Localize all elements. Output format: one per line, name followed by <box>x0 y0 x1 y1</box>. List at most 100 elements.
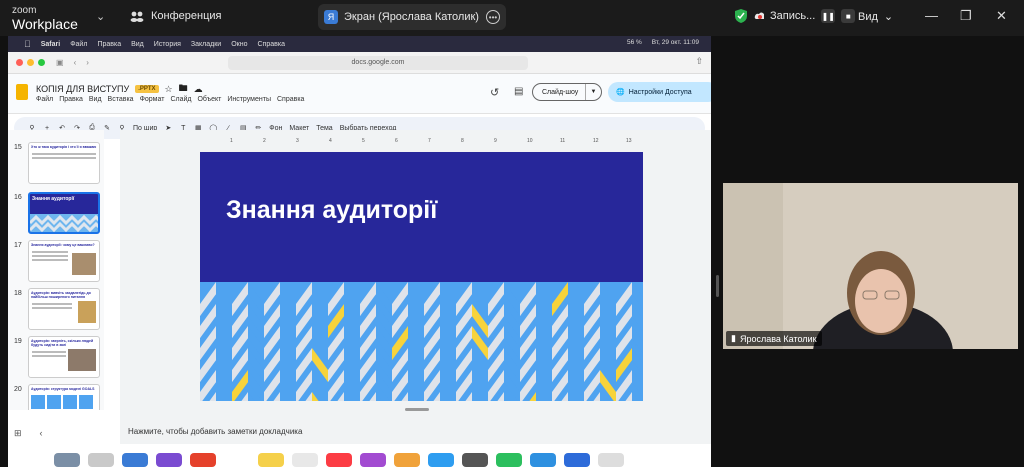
dock-app-icon[interactable] <box>462 453 488 467</box>
dock-app-icon[interactable] <box>190 453 216 467</box>
menu-window[interactable]: Окно <box>231 41 247 48</box>
slide-number: 16 <box>14 194 22 201</box>
slide-thumbnail[interactable]: Хто ж така аудиторія і хто її я вважаю <box>28 142 100 184</box>
dock-app-icon[interactable] <box>292 453 318 467</box>
thumb-title: Аудиторія: зверніть, скільки людей будут… <box>31 339 94 347</box>
collapse-icon[interactable]: ‹ <box>40 428 43 439</box>
pause-recording-button[interactable]: ❚❚ <box>821 9 836 23</box>
docs-menu-format[interactable]: Формат <box>140 96 165 103</box>
notes-resize-handle[interactable] <box>405 408 429 411</box>
slide-number: 15 <box>14 144 22 151</box>
dock-app-icon[interactable] <box>122 453 148 467</box>
current-slide[interactable]: Знання аудиторії <box>200 152 643 401</box>
slide-thumbnail[interactable]: Аудиторія: вивчіть заздалегідь до найбіл… <box>28 288 100 330</box>
dock-app-icon[interactable] <box>156 453 182 467</box>
participant-video[interactable]: ▮ Ярослава Католик <box>723 183 1018 349</box>
video-feed <box>723 183 1018 349</box>
back-icon[interactable]: ‹ <box>74 58 77 67</box>
slide-number: 20 <box>14 386 22 393</box>
paint-format-icon[interactable]: ✎ <box>103 124 111 132</box>
screen-share-indicator[interactable]: Я Экран (Ярослава Католик) ••• <box>318 4 506 30</box>
dock-app-icon[interactable] <box>428 453 454 467</box>
chevron-down-icon[interactable]: ⌄ <box>96 10 105 23</box>
docs-menu-view[interactable]: Вид <box>89 96 102 103</box>
dock-app-icon[interactable] <box>496 453 522 467</box>
thumb-image <box>72 253 96 275</box>
docs-menu-edit[interactable]: Правка <box>59 96 83 103</box>
dock-app-icon[interactable] <box>258 453 284 467</box>
url-bar[interactable]: docs.google.com <box>228 56 528 70</box>
zoom-window-icon[interactable] <box>38 59 45 66</box>
docs-menu-slide[interactable]: Слайд <box>170 96 191 103</box>
share-icon[interactable]: ⇧ <box>695 56 703 67</box>
comment-icon[interactable]: ▤ <box>514 86 523 97</box>
clock: Вт, 29 окт. 11:09 <box>651 39 699 46</box>
close-window-icon[interactable] <box>16 59 23 66</box>
sidebar-icon[interactable]: ▣ <box>56 58 64 67</box>
slide-number: 18 <box>14 290 22 297</box>
safari-toolbar: ▣ ‹ › docs.google.com ⇧ <box>8 52 711 74</box>
menu-history[interactable]: История <box>154 41 181 48</box>
ruler-label: 3 <box>296 138 299 144</box>
participants-icon <box>130 11 144 22</box>
view-button[interactable]: Вид ⌄ <box>858 10 893 24</box>
filmstrip: 15 Хто ж така аудиторія і хто її я вважа… <box>8 130 104 410</box>
dock-app-icon[interactable] <box>564 453 590 467</box>
restore-icon[interactable]: ❐ <box>960 8 972 24</box>
speaker-notes-field[interactable]: Нажмите, чтобы добавить заметки докладчи… <box>120 420 711 444</box>
dock-app-icon[interactable] <box>530 453 556 467</box>
slide-thumbnail[interactable]: Знання аудиторії: чому це важливо? <box>28 240 100 282</box>
more-options-icon[interactable]: ••• <box>486 10 500 24</box>
close-icon[interactable]: ✕ <box>996 8 1007 24</box>
dock-app-icon[interactable] <box>54 453 80 467</box>
dock-app-icon[interactable] <box>88 453 114 467</box>
menu-app[interactable]: Safari <box>41 41 60 48</box>
minimize-icon[interactable]: — <box>925 8 938 23</box>
slide-thumbnail[interactable]: Аудиторія: зверніть, скільки людей будут… <box>28 336 100 378</box>
dock-app-icon[interactable] <box>360 453 386 467</box>
docs-menu-insert[interactable]: Вставка <box>108 96 134 103</box>
thumb-title: Хто ж така аудиторія і хто її я вважаю <box>31 145 97 149</box>
slide-thumbnail-selected[interactable]: Знання аудиторії <box>28 192 100 234</box>
stop-recording-button[interactable]: ■ <box>841 9 856 23</box>
docs-header: КОПІЯ ДЛЯ ВИСТУПУ .PPTX ☆ 🖿 ☁ Файл Правк… <box>8 74 711 114</box>
share-button[interactable]: 🌐 Настройки Доступа <box>608 82 711 102</box>
apple-icon[interactable]:  <box>24 39 31 49</box>
thumb-title: Знання аудиторії <box>32 196 75 202</box>
signal-icon: ▮ <box>731 333 736 343</box>
chevron-down-icon[interactable]: ▼ <box>585 84 601 100</box>
meeting-label: Конференция <box>151 10 222 22</box>
panel-splitter[interactable] <box>716 275 719 297</box>
dock-app-icon[interactable] <box>224 453 250 467</box>
menu-bookmarks[interactable]: Закладки <box>191 41 221 48</box>
minimize-window-icon[interactable] <box>27 59 34 66</box>
slide-number: 17 <box>14 242 22 249</box>
thumb-line <box>32 351 66 353</box>
docs-menu-tools[interactable]: Инструменты <box>227 96 271 103</box>
history-icon[interactable]: ↺ <box>490 86 499 99</box>
menu-help[interactable]: Справка <box>258 41 285 48</box>
slideshow-label: Слайд-шоу <box>542 88 579 96</box>
slides-logo-icon[interactable] <box>16 84 28 100</box>
slide-title[interactable]: Знання аудиторії <box>226 196 437 225</box>
meeting-info-button[interactable]: Конференция <box>130 10 221 22</box>
folder-icon[interactable]: 🖿 <box>179 81 188 97</box>
menu-file[interactable]: Файл <box>70 41 87 48</box>
dock-app-icon[interactable] <box>394 453 420 467</box>
docs-menu-object[interactable]: Объект <box>197 96 221 103</box>
slideshow-button[interactable]: Слайд-шоу ▼ <box>532 83 602 101</box>
dock-app-icon[interactable] <box>598 453 624 467</box>
star-icon[interactable]: ☆ <box>165 84 173 95</box>
doc-title[interactable]: КОПІЯ ДЛЯ ВИСТУПУ <box>36 84 129 94</box>
thumb-line <box>32 307 72 309</box>
docs-menu-file[interactable]: Файл <box>36 96 53 103</box>
menu-view[interactable]: Вид <box>131 41 144 48</box>
grid-view-icon[interactable]: ⊞ <box>14 428 22 439</box>
slide-thumbnail[interactable]: Аудиторія: структура моделі GOALS <box>28 384 100 410</box>
cloud-icon[interactable]: ☁ <box>194 84 203 95</box>
docs-menu-help[interactable]: Справка <box>277 96 304 103</box>
menu-edit[interactable]: Правка <box>97 41 121 48</box>
forward-icon[interactable]: › <box>86 58 89 67</box>
dock-app-icon[interactable] <box>326 453 352 467</box>
ruler-label: 8 <box>461 138 464 144</box>
